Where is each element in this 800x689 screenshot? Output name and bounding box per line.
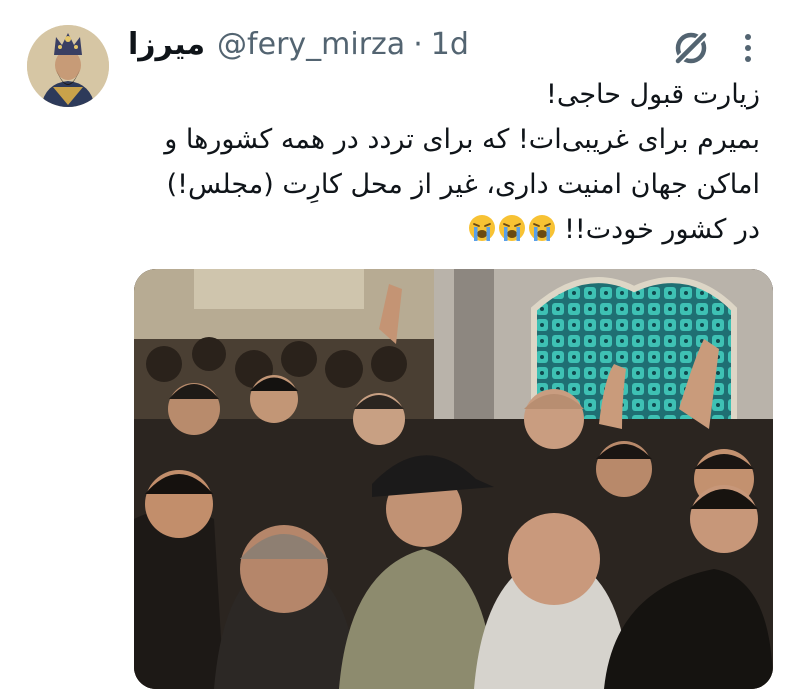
grok-icon[interactable]	[669, 26, 713, 70]
tweet-line-1: زیارت قبول حاجی!	[546, 79, 760, 110]
tweet-photo[interactable]	[134, 269, 773, 689]
crying-face-emoji-icon	[498, 215, 525, 241]
tweet-header: میرزا @fery_mirza · 1d	[128, 22, 469, 66]
crying-face-emoji-icon	[468, 215, 495, 241]
tweet-line-2: بمیرم برای غریبی‌ات! که برای تردد در همه…	[164, 124, 760, 155]
tweet-text: زیارت قبول حاجی! بمیرم برای غریبی‌ات! که…	[120, 72, 760, 252]
author-handle[interactable]: @fery_mirza	[217, 27, 405, 62]
crowd-shrine-photo	[134, 269, 773, 689]
tweet-line-4-text: در کشور خودت!!	[564, 214, 760, 245]
author-name[interactable]: میرزا	[128, 27, 205, 62]
tweet-time[interactable]: 1d	[431, 27, 469, 62]
avatar[interactable]	[27, 25, 109, 107]
avatar-portrait	[27, 25, 109, 107]
crying-face-emoji-icon	[528, 215, 555, 241]
meta-separator: ·	[413, 26, 423, 62]
tweet-line-3: اماکن جهان امنیت داری، غیر از محل کارِت …	[166, 169, 760, 200]
crying-emojis	[466, 214, 556, 245]
tweet-line-4: در کشور خودت!!	[120, 207, 760, 252]
more-vertical-icon[interactable]	[738, 28, 758, 68]
